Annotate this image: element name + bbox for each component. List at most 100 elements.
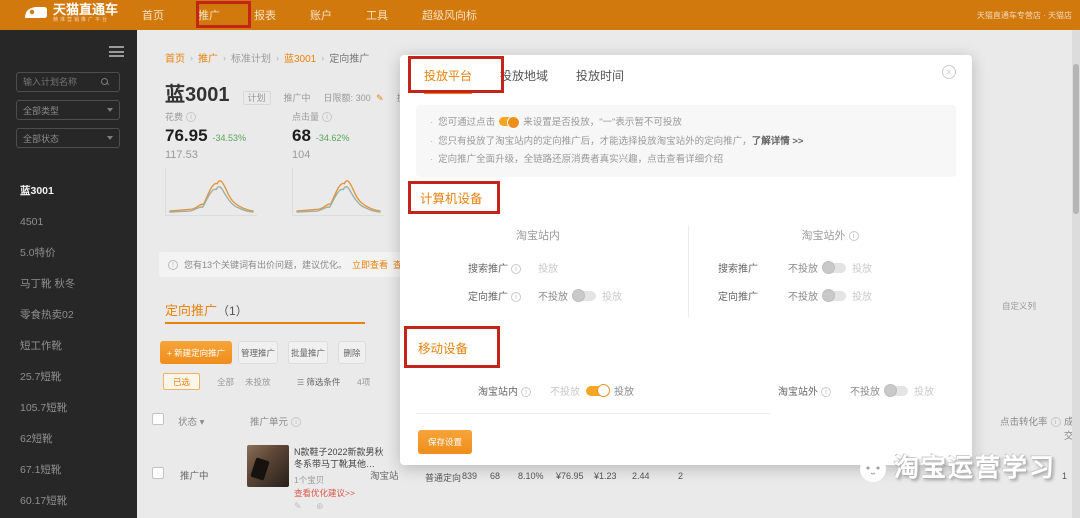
campaign-item[interactable]: 4501 (0, 207, 137, 238)
info-icon[interactable] (511, 264, 521, 274)
campaign-item[interactable]: 67.1短靴 (0, 455, 137, 486)
breadcrumb: 首页 › 推广 › 标准计划 › 蓝3001 › 定向推广 (165, 50, 369, 66)
info-icon[interactable] (521, 387, 531, 397)
modal-notice: · 您可通过点击 来设置是否投放，"一"表示暂不可投放 · 您只有投放了淘宝站内的定向… (416, 105, 956, 177)
campaign-search[interactable] (16, 72, 120, 92)
toggle-target-out[interactable] (822, 289, 846, 302)
column-status[interactable]: 状态 ▾ (178, 414, 204, 428)
row-label-target-in: 定向推广 (468, 288, 521, 303)
delete-button[interactable]: 删除 (338, 341, 366, 364)
breadcrumb-promotion[interactable]: 推广 (198, 50, 218, 65)
metric-label: 点击量 (292, 112, 320, 122)
nav-item-home[interactable]: 首页 (142, 7, 164, 23)
row-label-search-in: 搜索推广 (468, 260, 521, 275)
toggle-mobile-out[interactable] (884, 384, 908, 397)
toggle-row-search-out: 不投放 投放 (788, 260, 872, 275)
campaign-item[interactable]: 25.7短靴 (0, 362, 137, 393)
optimize-suggestion-link[interactable]: 查看优化建议>> (294, 487, 355, 499)
alert-text: 您有13个关键词有出价问题，建议优化。 (184, 260, 348, 270)
info-icon[interactable] (1050, 417, 1061, 427)
logo[interactable]: 天猫直通车 精准营销推广平台 (24, 3, 118, 23)
type-filter-value: 全部类型 (23, 105, 60, 116)
filter-conditions[interactable]: 筛选条件 (297, 376, 340, 388)
toggle-mobile-in[interactable] (586, 384, 610, 397)
alert-link-view[interactable]: 立即查看 (352, 258, 388, 271)
search-icon (101, 78, 109, 86)
close-icon[interactable] (942, 65, 956, 79)
daily-budget-label: 日限额: (323, 93, 354, 103)
hamburger-icon[interactable] (109, 46, 124, 57)
chip-not-serving[interactable]: 未投放 (245, 376, 271, 388)
stat-roi: 2.44 (632, 471, 650, 481)
nav-item-tools[interactable]: 工具 (366, 7, 388, 23)
product-image[interactable] (247, 445, 289, 487)
row-checkbox[interactable] (152, 467, 164, 479)
column-unit: 推广单元 (250, 414, 302, 428)
campaign-item[interactable]: 60.17短靴 (0, 486, 137, 517)
breadcrumb-home[interactable]: 首页 (165, 50, 185, 65)
metric-value: 76.95 (165, 126, 208, 145)
toggle-search-out[interactable] (822, 261, 846, 274)
status-badge: 推广中 (283, 93, 311, 103)
nav-item-account[interactable]: 账户 (310, 7, 332, 23)
status-filter-select[interactable]: 全部状态 (16, 128, 120, 148)
account-info[interactable]: 天猫直通车专营店 · 天猫店 (977, 10, 1072, 21)
campaign-item[interactable]: 105.7短靴 (0, 393, 137, 424)
campaign-list: 蓝3001 4501 5.0特价 马丁靴 秋冬 零食热卖02 短工作靴 25.7… (0, 176, 137, 517)
campaign-item[interactable]: 短工作靴 (0, 331, 137, 362)
campaign-item[interactable]: 62短靴 (0, 424, 137, 455)
campaign-item[interactable]: 零食热卖02 (0, 300, 137, 331)
tab-placement-region[interactable]: 投放地域 (500, 67, 548, 94)
column-taobao-outside: 淘宝站外 (775, 227, 885, 243)
column-divider (688, 225, 689, 317)
campaign-item[interactable]: 蓝3001 (0, 176, 137, 207)
chevron-down-icon (107, 136, 113, 140)
toggle-target-in[interactable] (572, 289, 596, 302)
breadcrumb-plan-type[interactable]: 标准计划 (231, 50, 271, 65)
campaign-item[interactable]: 5.0特价 (0, 238, 137, 269)
tab-placement-time[interactable]: 投放时间 (576, 67, 624, 94)
nav-item-reports[interactable]: 报表 (254, 7, 276, 23)
row-action-icons[interactable]: ✎ ⊕ (294, 501, 330, 512)
info-icon[interactable] (848, 231, 859, 241)
row-label-mobile-out: 淘宝站外 (778, 383, 831, 398)
metric-card-clicks: 点击量 68 -34.62% 104 (292, 110, 404, 216)
chip-selected[interactable]: 已选 (163, 373, 200, 390)
batch-promotion-button[interactable]: 批量推广 (288, 341, 328, 364)
info-icon[interactable] (186, 112, 197, 122)
tab-placement-platform[interactable]: 投放平台 (424, 67, 473, 94)
info-icon[interactable] (291, 417, 302, 427)
chip-all[interactable]: 全部 (217, 376, 234, 388)
tab-underline (165, 322, 365, 324)
notice-line-3: · 定向推广全面升级，全链路还原消费者真实兴趣，点击查看详细介绍 (430, 154, 724, 166)
select-all-checkbox[interactable] (152, 413, 164, 425)
section-mobile-devices: 移动设备 (418, 342, 469, 356)
nav-item-promotion[interactable]: 推广 (198, 7, 220, 23)
save-settings-button[interactable]: 保存设置 (418, 430, 472, 454)
stat-ctr: 8.10% (518, 471, 544, 481)
campaign-search-input[interactable] (23, 77, 101, 87)
info-icon[interactable] (821, 387, 831, 397)
edit-budget-icon[interactable]: ✎ (376, 93, 384, 103)
topbar: 天猫直通车 精准营销推广平台 首页 推广 报表 账户 工具 超级风向标 天猫直通… (0, 0, 1080, 30)
status-filter-value: 全部状态 (23, 133, 60, 144)
scrollbar-thumb[interactable] (1073, 64, 1079, 214)
nav-item-trend[interactable]: 超级风向标 (422, 7, 477, 23)
learn-more-link[interactable]: 了解详情 >> (752, 136, 804, 147)
section-computer-devices: 计算机设备 (420, 192, 483, 206)
logo-subtitle: 精准营销推广平台 (53, 17, 110, 23)
metric-value: 68 (292, 126, 311, 145)
tab-targeted-promotion[interactable]: 定向推广（1） (165, 300, 248, 319)
manage-promotion-button[interactable]: 管理推广 (238, 341, 278, 364)
info-icon[interactable] (511, 292, 521, 302)
info-icon[interactable] (322, 112, 333, 122)
type-filter-select[interactable]: 全部类型 (16, 100, 120, 120)
new-promotion-button[interactable]: + 新建定向推广 (160, 341, 232, 364)
stat-clicks: 68 (490, 471, 501, 481)
alert-info-icon (168, 259, 178, 270)
customize-columns[interactable]: 自定义列 (1002, 300, 1036, 312)
breadcrumb-campaign[interactable]: 蓝3001 (284, 50, 316, 65)
plan-badge: 计划 (242, 91, 271, 105)
product-title[interactable]: N款鞋子2022新款男秋冬系带马丁靴其他… (294, 446, 386, 470)
campaign-item[interactable]: 马丁靴 秋冬 (0, 269, 137, 300)
